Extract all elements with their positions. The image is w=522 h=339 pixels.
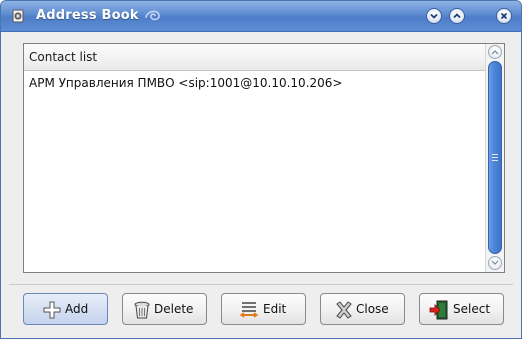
arrow-down-icon xyxy=(491,260,499,265)
close-icon xyxy=(500,12,508,20)
plus-icon xyxy=(43,301,61,319)
contact-list[interactable]: Contact list АРМ Управления ПМВО <sip:10… xyxy=(23,43,505,273)
edit-button-label: Edit xyxy=(263,302,287,316)
chevron-down-icon xyxy=(430,13,438,19)
delete-button-label: Delete xyxy=(154,302,194,316)
contact-list-header[interactable]: Contact list xyxy=(24,44,486,71)
select-button-label: Select xyxy=(453,302,491,316)
grip-icon xyxy=(492,154,498,161)
maximize-button[interactable] xyxy=(449,8,465,24)
gear-paper-icon xyxy=(12,9,24,23)
delete-button[interactable]: Delete xyxy=(122,293,207,325)
decoration-swirl-icon xyxy=(145,10,160,21)
vertical-scrollbar[interactable] xyxy=(485,44,504,272)
window-title: Address Book xyxy=(36,8,139,23)
add-button-label: Add xyxy=(65,302,89,316)
separator xyxy=(9,284,513,285)
list-item[interactable]: АРМ Управления ПМВО <sip:1001@10.10.10.2… xyxy=(24,73,486,93)
scroll-up-button[interactable] xyxy=(488,45,502,59)
edit-icon xyxy=(239,302,259,318)
column-header-label: Contact list xyxy=(29,50,98,64)
address-book-window: Address Book Contact list АРМ Управления… xyxy=(0,0,522,339)
close-button-label: Close xyxy=(356,302,389,316)
chevron-up-icon xyxy=(453,13,461,19)
scrollbar-thumb[interactable] xyxy=(488,61,502,254)
door-enter-icon xyxy=(429,300,448,320)
minimize-button[interactable] xyxy=(426,8,442,24)
add-button[interactable]: Add xyxy=(23,293,108,325)
x-icon xyxy=(336,301,352,319)
arrow-up-icon xyxy=(491,50,499,55)
edit-button[interactable]: Edit xyxy=(221,293,306,325)
contact-entry: АРМ Управления ПМВО <sip:1001@10.10.10.2… xyxy=(29,76,343,90)
trash-icon xyxy=(134,301,150,319)
select-button[interactable]: Select xyxy=(419,293,504,325)
close-window-button[interactable] xyxy=(496,8,512,24)
title-bar[interactable]: Address Book xyxy=(1,1,521,32)
scroll-down-button[interactable] xyxy=(488,256,502,270)
close-button[interactable]: Close xyxy=(320,293,405,325)
